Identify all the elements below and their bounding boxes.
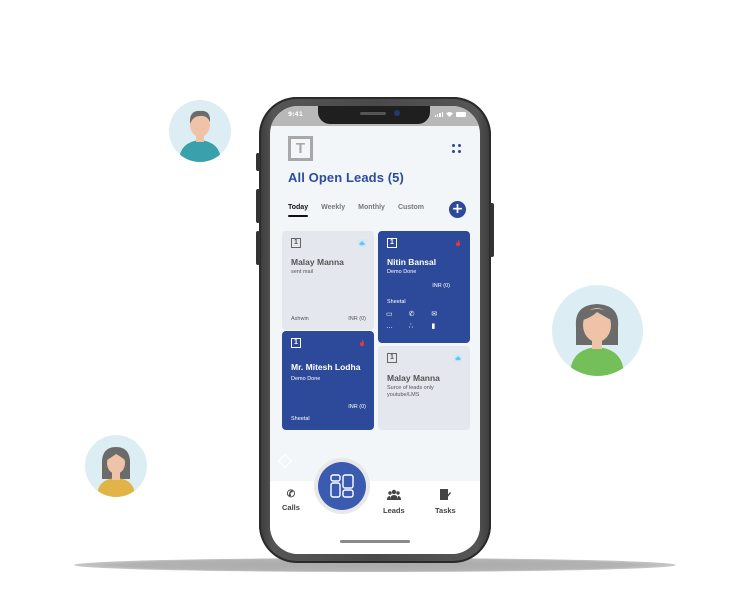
add-lead-button[interactable]: + xyxy=(449,201,466,218)
nav-leads[interactable]: Leads xyxy=(383,489,405,515)
lead-owner: Sheetal xyxy=(387,299,406,305)
page-title: All Open Leads (5) xyxy=(288,170,404,185)
lead-index: 1 xyxy=(387,353,397,363)
person-icon xyxy=(97,447,135,497)
volume-up-button xyxy=(256,189,260,223)
dashboard-fab-button[interactable] xyxy=(318,462,366,510)
fire-icon xyxy=(358,339,366,347)
tab-today[interactable]: Today xyxy=(288,204,309,217)
lead-card[interactable]: 1 Mr. Mitesh Lodha Demo Done INR (0) She… xyxy=(282,331,374,430)
home-indicator[interactable] xyxy=(340,540,410,543)
nav-tasks[interactable]: Tasks xyxy=(435,489,456,515)
fire-icon xyxy=(454,239,462,247)
speaker xyxy=(360,112,386,115)
app-logo[interactable]: T xyxy=(288,136,313,161)
lead-owner: Sheetal xyxy=(291,416,310,422)
volume-down-button xyxy=(256,231,260,265)
tasks-icon xyxy=(435,489,456,503)
lead-status: Demo Done xyxy=(291,376,321,382)
lead-amount: INR (0) xyxy=(348,404,366,410)
wifi-icon xyxy=(446,112,453,117)
group-icon[interactable]: ∴ xyxy=(409,323,432,331)
lead-status: Surce of leads only youtube/LMS xyxy=(387,385,434,398)
lead-index: 1 xyxy=(291,338,301,348)
users-icon xyxy=(383,489,405,503)
lead-amount: INR (0) xyxy=(432,283,450,289)
message-icon[interactable]: ▭ xyxy=(386,311,409,319)
cloud-icon xyxy=(454,354,462,362)
tab-weekly[interactable]: Weekly xyxy=(321,204,345,211)
email-icon[interactable]: ✉ xyxy=(431,311,454,319)
avatar-woman-yellow xyxy=(85,435,147,497)
dashboard-icon xyxy=(330,474,354,498)
status-time: 9:41 xyxy=(288,111,303,118)
grid-menu-icon[interactable] xyxy=(452,144,461,153)
call-icon[interactable]: ✆ xyxy=(409,311,432,319)
person-icon xyxy=(179,110,221,162)
logo-letter: T xyxy=(295,140,306,157)
assign-icon[interactable]: … xyxy=(386,323,409,331)
lead-status: sent mail xyxy=(291,269,314,275)
avatar-man xyxy=(169,100,231,162)
lead-actions: ▭ ✆ ✉ … ∴ ▮ xyxy=(386,311,454,331)
lead-card[interactable]: 1 Nitin Bansal Demo Done INR (0) Sheetal… xyxy=(378,231,470,343)
illustration-stage: 9:41 T All Open Leads (5) Today Weekly M… xyxy=(0,0,750,600)
copy-icon[interactable]: ▮ xyxy=(431,323,454,331)
lead-card[interactable]: 1 Malay Manna sent mail Ashwin INR (0) xyxy=(282,231,374,330)
nav-label: Calls xyxy=(282,503,300,512)
avatar-woman-green xyxy=(552,285,643,376)
lead-amount: INR (0) xyxy=(348,316,366,322)
lead-name: Malay Manna xyxy=(387,373,440,383)
phone-frame: 9:41 T All Open Leads (5) Today Weekly M… xyxy=(256,97,494,563)
lead-index: 1 xyxy=(387,238,397,248)
lead-name: Malay Manna xyxy=(291,257,344,267)
mute-switch xyxy=(256,153,260,171)
lead-status: Demo Done xyxy=(387,269,417,275)
cloud-icon xyxy=(358,239,366,247)
battery-icon xyxy=(456,112,466,117)
signal-icon xyxy=(434,112,443,117)
tab-custom[interactable]: Custom xyxy=(398,204,424,211)
diamond-decoration xyxy=(277,453,293,469)
power-button xyxy=(490,203,494,257)
bottom-nav: ✆ Calls Leads Tasks xyxy=(270,481,480,554)
front-camera xyxy=(394,110,400,116)
nav-calls[interactable]: ✆ Calls xyxy=(282,489,300,512)
notch xyxy=(318,106,430,124)
person-icon xyxy=(570,304,624,376)
nav-label: Leads xyxy=(383,506,405,515)
phone-icon: ✆ xyxy=(286,489,296,500)
lead-card[interactable]: 1 Malay Manna Surce of leads only youtub… xyxy=(378,346,470,430)
tab-monthly[interactable]: Monthly xyxy=(358,204,385,211)
period-tabs: Today Weekly Monthly Custom xyxy=(288,204,437,217)
app-screen: 9:41 T All Open Leads (5) Today Weekly M… xyxy=(270,106,480,554)
lead-index: 1 xyxy=(291,238,301,248)
lead-name: Mr. Mitesh Lodha xyxy=(291,362,361,372)
lead-name: Nitin Bansal xyxy=(387,257,437,267)
nav-label: Tasks xyxy=(435,506,456,515)
lead-owner: Ashwin xyxy=(291,316,309,322)
